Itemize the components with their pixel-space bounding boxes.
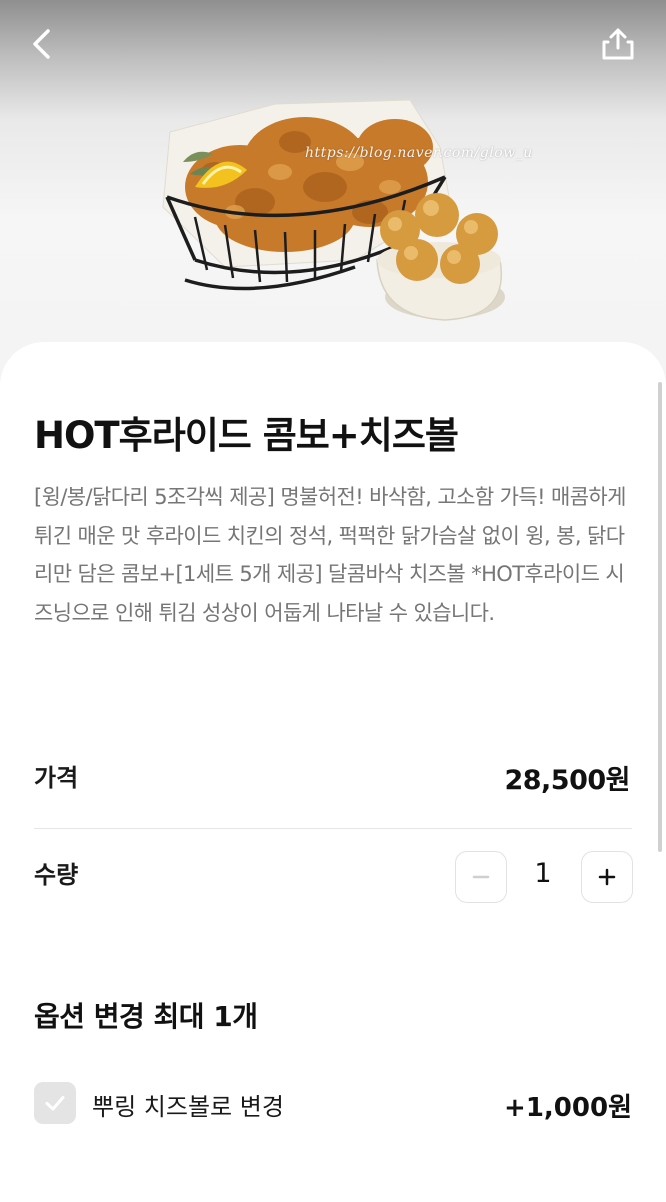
price-value: 28,500원: [504, 765, 630, 796]
option-item-cheeseball[interactable]: 뿌링 치즈볼로 변경 +1,000원: [34, 1081, 632, 1125]
quantity-value: 1: [534, 858, 552, 889]
quantity-decrease-button[interactable]: [455, 851, 507, 903]
checkmark-icon: [45, 1096, 65, 1111]
minus-icon: [472, 875, 490, 879]
chevron-left-icon: [33, 29, 50, 59]
plus-icon: [598, 868, 616, 886]
quantity-increase-button[interactable]: [581, 851, 633, 903]
product-title: HOT후라이드 콤보+치즈볼: [34, 414, 459, 457]
option-checkbox[interactable]: [34, 1082, 76, 1124]
share-button[interactable]: [596, 22, 640, 66]
chicken-and-cheeseball-photo: [162, 99, 505, 321]
option-label: 뿌링 치즈볼로 변경: [92, 1093, 284, 1121]
back-button[interactable]: [20, 22, 64, 66]
product-hero-image: https://blog.naver.com/glow_u: [0, 0, 666, 400]
price-label: 가격: [34, 764, 79, 792]
quantity-label: 수량: [34, 861, 79, 889]
image-watermark: https://blog.naver.com/glow_u: [305, 145, 533, 161]
divider: [34, 828, 632, 829]
scroll-indicator: [658, 382, 662, 852]
options-section-title: 옵션 변경 최대 1개: [34, 1000, 258, 1033]
share-icon: [602, 28, 634, 60]
product-description: [윙/봉/닭다리 5조각씩 제공] 명불허전! 바삭함, 고소함 가득! 매콤하…: [34, 485, 626, 625]
option-price: +1,000원: [504, 1093, 632, 1123]
